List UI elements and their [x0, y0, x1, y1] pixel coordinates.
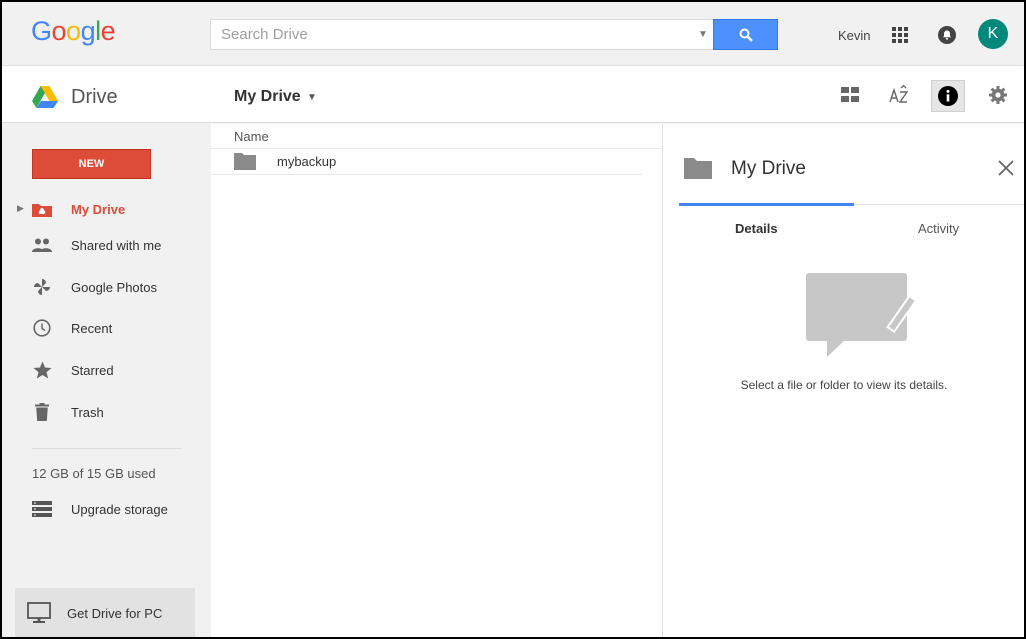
- close-icon[interactable]: [997, 159, 1015, 177]
- chevron-down-icon[interactable]: ▼: [307, 92, 317, 103]
- sidebar-item-label: Recent: [71, 321, 113, 336]
- drive-logo-icon[interactable]: [32, 86, 58, 108]
- details-pane: My Drive Details Activity Select a file …: [662, 124, 1024, 637]
- storage-usage: 12 GB of 15 GB used: [32, 466, 156, 481]
- sort-az-icon: [889, 84, 909, 103]
- file-name: mybackup: [277, 154, 337, 169]
- upgrade-storage-link[interactable]: Upgrade storage: [2, 494, 211, 524]
- sidebar-item-recent[interactable]: Recent: [2, 313, 211, 343]
- get-drive-for-pc-button[interactable]: Get Drive for PC: [15, 588, 195, 637]
- list-item[interactable]: mybackup: [211, 149, 643, 175]
- comment-pencil-illustration: [806, 273, 917, 357]
- sidebar-item-shared[interactable]: Shared with me: [2, 230, 211, 260]
- sidebar-item-label: Trash: [71, 405, 104, 420]
- divider: [32, 448, 181, 449]
- photos-pinwheel-icon: [32, 277, 52, 297]
- breadcrumb[interactable]: My Drive: [234, 88, 301, 106]
- upgrade-storage-label: Upgrade storage: [71, 502, 168, 517]
- search-button[interactable]: [713, 19, 778, 50]
- apps-grid-icon[interactable]: [892, 27, 908, 43]
- file-list: Name mybackup: [211, 124, 662, 637]
- folder-icon: [684, 158, 712, 179]
- notifications-icon[interactable]: [938, 26, 956, 44]
- app-window: Google ▼ Kevin K: [0, 0, 1026, 639]
- expand-arrow-icon[interactable]: ▶: [17, 203, 24, 214]
- sidebar-item-google-photos[interactable]: Google Photos: [2, 272, 211, 302]
- grid-view-icon: [841, 87, 859, 102]
- sidebar-item-starred[interactable]: Starred: [2, 355, 211, 385]
- sidebar-item-label: My Drive: [71, 202, 126, 217]
- user-name[interactable]: Kevin: [838, 28, 871, 43]
- google-logo[interactable]: Google: [31, 16, 116, 47]
- settings-button[interactable]: [987, 84, 1009, 106]
- trash-icon: [32, 402, 52, 422]
- top-bar: Google ▼ Kevin K: [2, 2, 1024, 66]
- search-options-dropdown[interactable]: ▼: [695, 27, 711, 43]
- drive-product-label[interactable]: Drive: [71, 86, 118, 109]
- empty-details-message: Select a file or folder to view its deta…: [740, 378, 948, 392]
- toolbar: Drive My Drive ▼: [2, 66, 1024, 123]
- computer-icon: [27, 602, 51, 623]
- my-drive-icon: [32, 199, 52, 219]
- tab-details[interactable]: Details: [735, 221, 778, 236]
- info-icon: [938, 86, 958, 106]
- active-tab-indicator: [679, 203, 854, 206]
- clock-icon: [32, 318, 52, 338]
- search-input[interactable]: [211, 20, 681, 49]
- sort-button[interactable]: [888, 84, 910, 106]
- sidebar-item-label: Starred: [71, 363, 114, 378]
- column-header-name[interactable]: Name: [234, 129, 269, 144]
- avatar[interactable]: K: [978, 19, 1008, 49]
- gear-icon: [989, 86, 1007, 104]
- grid-view-button[interactable]: [839, 84, 861, 106]
- search-box: ▼: [210, 19, 778, 50]
- new-button[interactable]: NEW: [32, 149, 151, 179]
- sidebar: NEW ▶ My Drive Shared with me Google Pho…: [2, 124, 211, 637]
- get-drive-label: Get Drive for PC: [67, 606, 163, 621]
- search-icon: [739, 28, 753, 42]
- details-title: My Drive: [731, 158, 806, 179]
- tab-activity[interactable]: Activity: [918, 221, 959, 236]
- folder-icon: [234, 153, 256, 170]
- view-details-button[interactable]: [931, 80, 965, 112]
- storage-icon: [32, 499, 52, 519]
- sidebar-item-label: Google Photos: [71, 280, 158, 295]
- sidebar-item-label: Shared with me: [71, 238, 162, 253]
- sidebar-item-trash[interactable]: Trash: [2, 397, 211, 427]
- people-icon: [32, 235, 52, 255]
- sidebar-item-my-drive[interactable]: ▶ My Drive: [2, 194, 211, 224]
- star-icon: [32, 360, 52, 380]
